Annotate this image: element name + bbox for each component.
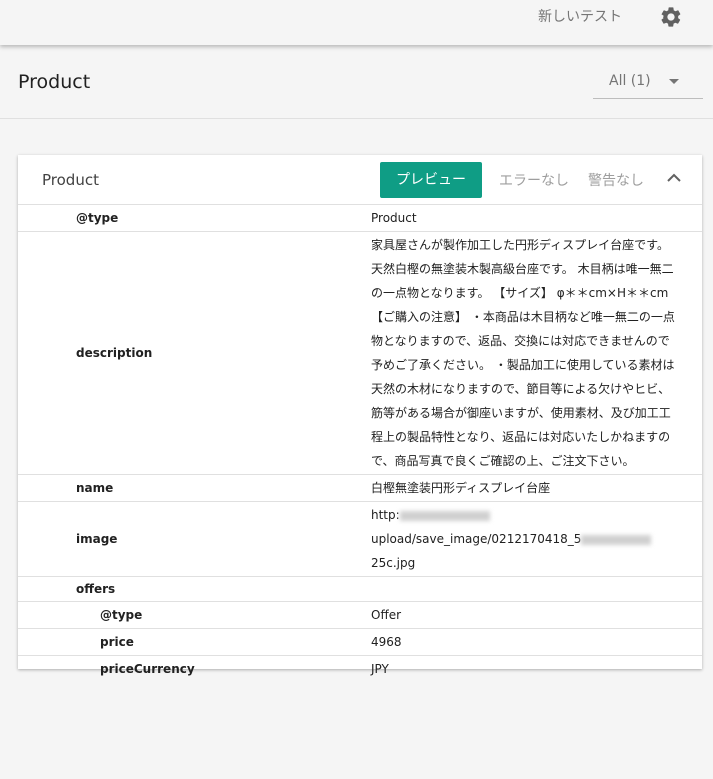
property-key: @type bbox=[76, 211, 119, 225]
errors-status: エラーなし bbox=[499, 173, 569, 189]
property-key: @type bbox=[100, 608, 143, 622]
table-row: @type Product bbox=[18, 204, 702, 232]
table-row: description 家具屋さんが製作加工した円形ディスプレイ台座です。 天然… bbox=[18, 231, 702, 475]
table-row: image http: upload/save_image/0212170418_… bbox=[18, 501, 702, 577]
property-value: Offer bbox=[371, 608, 402, 622]
item-filter-dropdown[interactable]: All (1) bbox=[593, 66, 703, 99]
top-bar: 新しいテスト bbox=[0, 0, 713, 45]
property-key: name bbox=[76, 481, 114, 495]
redacted-text bbox=[399, 510, 490, 521]
property-value: 4968 bbox=[371, 635, 402, 649]
property-key: image bbox=[76, 532, 118, 546]
property-value-url[interactable]: http: upload/save_image/0212170418_5 25c.j… bbox=[371, 502, 678, 576]
gear-icon[interactable] bbox=[659, 5, 683, 29]
url-prefix: http: bbox=[371, 508, 400, 522]
new-test-button[interactable]: 新しいテスト bbox=[538, 6, 622, 26]
url-suffix: 25c.jpg bbox=[371, 556, 416, 570]
preview-button[interactable]: プレビュー bbox=[380, 162, 482, 198]
card-header[interactable]: Product プレビュー エラーなし 警告なし bbox=[18, 155, 702, 204]
property-value: JPY bbox=[371, 662, 389, 676]
property-value: 家具屋さんが製作加工した円形ディスプレイ台座です。 天然白樫の無塗装木製高級台座… bbox=[371, 238, 675, 468]
property-key: priceCurrency bbox=[100, 662, 195, 676]
table-row: @type Offer bbox=[18, 601, 702, 629]
filter-value: All (1) bbox=[609, 73, 651, 89]
property-value: 白樫無塗装円形ディスプレイ台座 bbox=[371, 481, 551, 495]
property-key: price bbox=[100, 635, 134, 649]
table-row: price 4968 bbox=[18, 628, 702, 656]
redacted-text bbox=[581, 534, 652, 545]
properties-table: @type Product description 家具屋さんが製作加工した円形… bbox=[18, 204, 702, 682]
url-middle: upload/save_image/0212170418_5 bbox=[371, 532, 582, 546]
chevron-up-icon[interactable] bbox=[665, 171, 683, 185]
table-row: name 白樫無塗装円形ディスプレイ台座 bbox=[18, 474, 702, 502]
property-key: offers bbox=[76, 582, 116, 596]
card-title: Product bbox=[42, 171, 99, 189]
page-title: Product bbox=[18, 71, 91, 93]
dropdown-arrow-icon bbox=[669, 79, 679, 84]
property-key: description bbox=[76, 346, 153, 360]
result-card: Product プレビュー エラーなし 警告なし @type Product d… bbox=[18, 155, 702, 682]
table-row: priceCurrency JPY bbox=[18, 655, 702, 682]
property-value: Product bbox=[371, 211, 417, 225]
table-row: offers bbox=[18, 576, 702, 602]
warnings-status: 警告なし bbox=[588, 173, 644, 189]
